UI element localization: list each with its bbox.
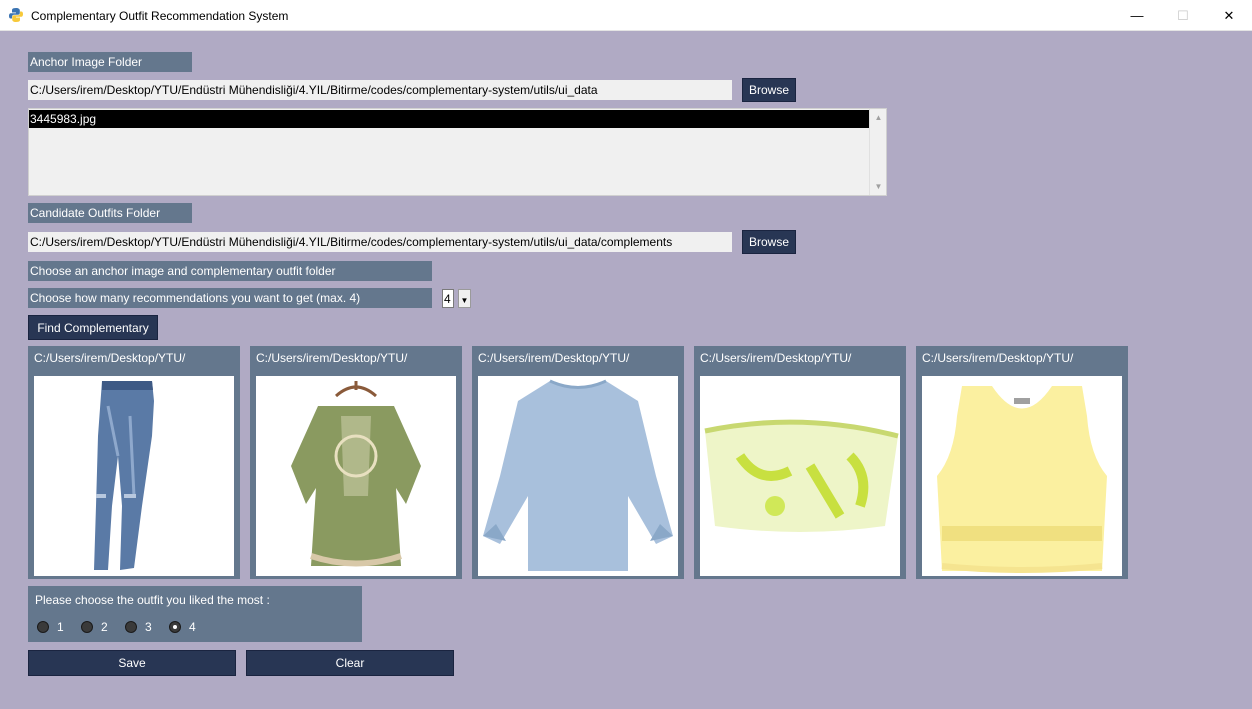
maximize-button[interactable]: ☐ (1160, 0, 1206, 31)
radio-label: 3 (145, 620, 152, 634)
result-card-3[interactable]: C:/Users/irem/Desktop/YTU/ (472, 346, 684, 579)
close-button[interactable]: ✕ (1206, 0, 1252, 31)
radio-label: 1 (57, 620, 64, 634)
anchor-browse-button[interactable]: Browse (742, 78, 796, 102)
bandeau-top-image[interactable] (700, 376, 900, 576)
anchor-file-list[interactable]: 3445983.jpg ▲ ▼ (28, 108, 887, 196)
radio-label: 2 (101, 620, 108, 634)
save-button[interactable]: Save (28, 650, 236, 676)
result-card-1[interactable]: C:/Users/irem/Desktop/YTU/ (28, 346, 240, 579)
scroll-down-icon[interactable]: ▼ (870, 178, 887, 195)
anchor-folder-label: Anchor Image Folder (28, 52, 192, 72)
python-icon (9, 8, 23, 22)
list-item[interactable]: 3445983.jpg (29, 110, 869, 128)
radio-icon[interactable] (125, 621, 137, 633)
clear-button[interactable]: Clear (246, 650, 454, 676)
count-spinbox[interactable]: 4 ▼ (442, 289, 472, 308)
candidate-browse-button[interactable]: Browse (742, 230, 796, 254)
radio-selected-icon[interactable] (169, 621, 181, 633)
radio-option-2[interactable]: 2 (81, 620, 108, 634)
result-card-4[interactable]: C:/Users/irem/Desktop/YTU/ (694, 346, 906, 579)
radio-option-1[interactable]: 1 (37, 620, 64, 634)
result-card-2[interactable]: C:/Users/irem/Desktop/YTU/ (250, 346, 462, 579)
result-path: C:/Users/irem/Desktop/YTU/ (922, 351, 1074, 365)
green-blouse-image[interactable] (256, 376, 456, 576)
status-text: Choose an anchor image and complementary… (28, 261, 432, 281)
result-path: C:/Users/irem/Desktop/YTU/ (478, 351, 630, 365)
list-scrollbar[interactable]: ▲ ▼ (869, 109, 886, 195)
radio-label: 4 (189, 620, 196, 634)
radio-option-3[interactable]: 3 (125, 620, 152, 634)
radio-icon[interactable] (37, 621, 49, 633)
jeans-image[interactable] (34, 376, 234, 576)
candidate-path-input[interactable]: C:/Users/irem/Desktop/YTU/Endüstri Mühen… (28, 232, 732, 252)
chevron-down-icon[interactable]: ▼ (458, 289, 471, 308)
window-title: Complementary Outfit Recommendation Syst… (31, 9, 289, 23)
radio-icon[interactable] (81, 621, 93, 633)
count-value[interactable]: 4 (442, 289, 454, 308)
result-path: C:/Users/irem/Desktop/YTU/ (34, 351, 186, 365)
count-prompt: Choose how many recommendations you want… (28, 288, 432, 308)
title-bar: Complementary Outfit Recommendation Syst… (0, 0, 1252, 31)
candidate-folder-label: Candidate Outfits Folder (28, 203, 192, 223)
result-path: C:/Users/irem/Desktop/YTU/ (700, 351, 852, 365)
anchor-path-input[interactable]: C:/Users/irem/Desktop/YTU/Endüstri Mühen… (28, 80, 732, 100)
radio-option-4[interactable]: 4 (169, 620, 196, 634)
yellow-tank-image[interactable] (922, 376, 1122, 576)
scroll-up-icon[interactable]: ▲ (870, 109, 887, 126)
choice-prompt: Please choose the outfit you liked the m… (35, 593, 270, 607)
result-card-5[interactable]: C:/Users/irem/Desktop/YTU/ (916, 346, 1128, 579)
choice-group: Please choose the outfit you liked the m… (28, 586, 362, 642)
find-complementary-button[interactable]: Find Complementary (28, 315, 158, 340)
blue-top-image[interactable] (478, 376, 678, 576)
result-path: C:/Users/irem/Desktop/YTU/ (256, 351, 408, 365)
minimize-button[interactable]: — (1114, 0, 1160, 31)
